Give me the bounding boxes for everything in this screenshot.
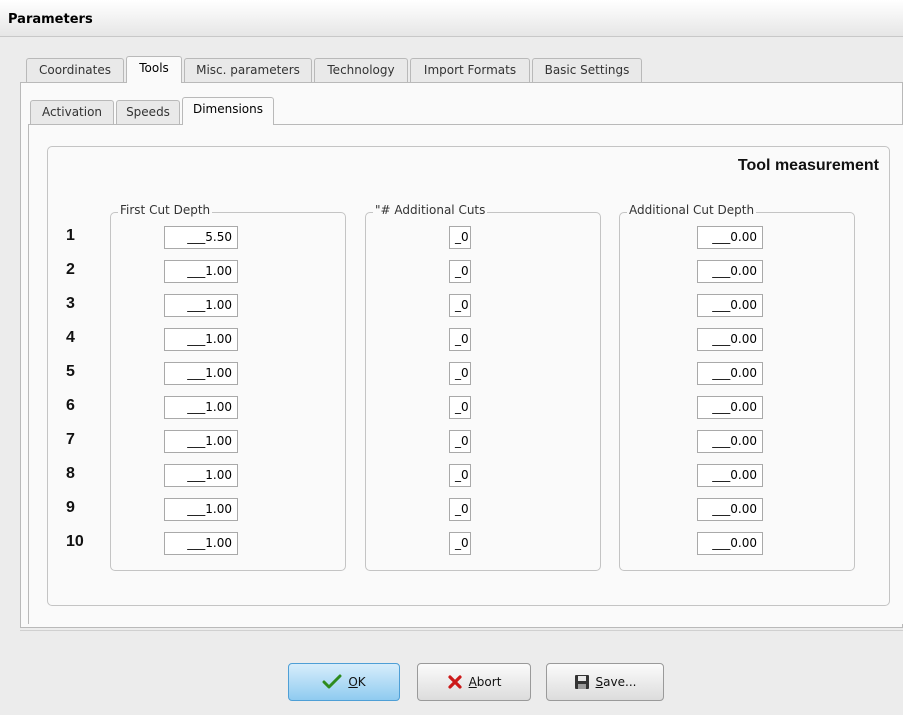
additional-cut-depth-field[interactable]: ___0.00 [697, 498, 763, 521]
additional-cuts-field[interactable]: _0 [449, 260, 471, 283]
subtab-dimensions[interactable]: Dimensions [182, 97, 274, 125]
additional-cuts-group [365, 212, 601, 571]
additional-cuts-field[interactable]: _0 [449, 328, 471, 351]
checkmark-icon [322, 674, 342, 690]
ok-button[interactable]: OK [288, 663, 400, 701]
subtab-activation[interactable]: Activation [30, 100, 114, 124]
row-number: 7 [66, 431, 75, 448]
row-number: 4 [66, 329, 75, 346]
title-bar: Parameters [0, 0, 903, 37]
row-number: 10 [66, 533, 84, 550]
additional-cuts-field[interactable]: _0 [449, 532, 471, 555]
tab-basic-settings[interactable]: Basic Settings [532, 58, 642, 82]
additional-cut-depth-field[interactable]: ___0.00 [697, 464, 763, 487]
first-cut-depth-field[interactable]: ___1.00 [164, 260, 238, 283]
additional-cuts-field[interactable]: _0 [449, 498, 471, 521]
tab-technology[interactable]: Technology [314, 58, 408, 82]
additional-cuts-field[interactable]: _0 [449, 294, 471, 317]
tab-coordinates[interactable]: Coordinates [26, 58, 124, 82]
additional-cuts-field[interactable]: _0 [449, 396, 471, 419]
first-cut-depth-field[interactable]: ___1.00 [164, 532, 238, 555]
additional-cut-depth-field[interactable]: ___0.00 [697, 294, 763, 317]
first-cut-depth-field[interactable]: ___1.00 [164, 362, 238, 385]
additional-cut-depth-field[interactable]: ___0.00 [697, 430, 763, 453]
additional-cuts-field[interactable]: _0 [449, 430, 471, 453]
first-cut-depth-field[interactable]: ___1.00 [164, 396, 238, 419]
row-number: 2 [66, 261, 75, 278]
additional-cut-depth-field[interactable]: ___0.00 [697, 328, 763, 351]
first-cut-depth-field[interactable]: ___1.00 [164, 294, 238, 317]
save-button-label: Save... [595, 675, 637, 689]
row-number: 6 [66, 397, 75, 414]
floppy-disk-icon [574, 674, 590, 690]
additional-cut-depth-field[interactable]: ___0.00 [697, 532, 763, 555]
additional-cuts-label: "# Additional Cuts [373, 202, 488, 218]
tab-import-formats[interactable]: Import Formats [410, 58, 530, 82]
abort-button[interactable]: Abort [417, 663, 531, 701]
button-bar-divider [20, 630, 903, 631]
row-number: 9 [66, 499, 75, 516]
ok-button-label: OK [348, 675, 366, 689]
additional-cuts-field[interactable]: _0 [449, 362, 471, 385]
subtab-speeds[interactable]: Speeds [116, 100, 180, 124]
section-heading: Tool measurement [737, 157, 879, 174]
additional-cut-depth-field[interactable]: ___0.00 [697, 260, 763, 283]
additional-cut-depth-field[interactable]: ___0.00 [697, 226, 763, 249]
row-number: 3 [66, 295, 75, 312]
additional-cut-depth-field[interactable]: ___0.00 [697, 362, 763, 385]
first-cut-depth-field[interactable]: ___1.00 [164, 328, 238, 351]
first-cut-depth-label: First Cut Depth [118, 202, 213, 218]
x-icon [447, 674, 463, 690]
additional-cut-depth-field[interactable]: ___0.00 [697, 396, 763, 419]
window-title: Parameters [8, 12, 93, 27]
first-cut-depth-field[interactable]: ___5.50 [164, 226, 238, 249]
first-cut-depth-field[interactable]: ___1.00 [164, 498, 238, 521]
additional-cuts-field[interactable]: _0 [449, 226, 471, 249]
row-number: 8 [66, 465, 75, 482]
first-cut-depth-field[interactable]: ___1.00 [164, 464, 238, 487]
save-button[interactable]: Save... [546, 663, 664, 701]
row-number: 5 [66, 363, 75, 380]
additional-cuts-field[interactable]: _0 [449, 464, 471, 487]
tab-misc-parameters[interactable]: Misc. parameters [184, 58, 312, 82]
additional-cut-depth-label: Additional Cut Depth [627, 202, 757, 218]
first-cut-depth-field[interactable]: ___1.00 [164, 430, 238, 453]
row-number: 1 [66, 227, 75, 244]
abort-button-label: Abort [468, 675, 502, 689]
tab-tools[interactable]: Tools [126, 56, 182, 83]
